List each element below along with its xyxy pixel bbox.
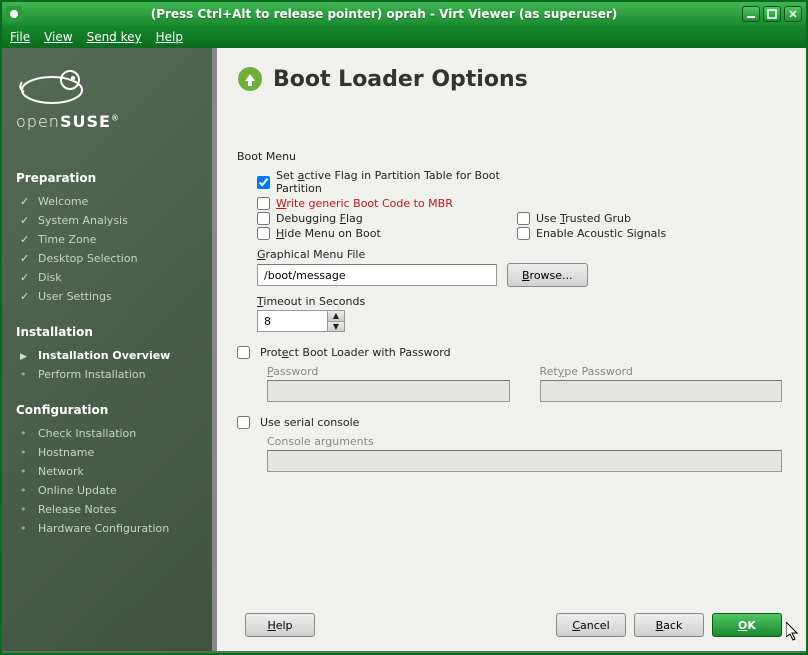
check-icon: [20, 195, 30, 208]
sidebar-item-label: Network: [38, 465, 84, 478]
retype-label: Retype Password: [540, 365, 783, 378]
menubar: File View Send key Help: [2, 26, 806, 48]
close-button[interactable]: [784, 6, 802, 22]
sidebar-resize-handle[interactable]: [213, 388, 215, 406]
main-panel: Boot Loader Options Boot Menu Set active…: [217, 48, 806, 651]
sidebar-item-label: System Analysis: [38, 214, 128, 227]
ok-button[interactable]: OK: [712, 613, 782, 637]
timeout-spinner[interactable]: ▲▼: [257, 310, 345, 332]
logo: openSUSE®: [16, 62, 207, 131]
sidebar-item-desktop-selection[interactable]: Desktop Selection: [16, 252, 207, 265]
chk-hide-menu[interactable]: Hide Menu on Boot: [257, 227, 517, 240]
boot-menu-label: Boot Menu: [237, 150, 782, 163]
help-button[interactable]: Help: [245, 613, 315, 637]
check-icon: [20, 290, 30, 303]
sidebar-item-network[interactable]: Network: [16, 465, 207, 478]
chk-write-mbr[interactable]: Write generic Boot Code to MBR: [257, 197, 517, 210]
back-button[interactable]: Back: [634, 613, 704, 637]
sidebar-section-head: Preparation: [16, 171, 207, 185]
spin-down[interactable]: ▼: [328, 322, 344, 332]
check-icon: [20, 252, 30, 265]
sidebar-item-online-update[interactable]: Online Update: [16, 484, 207, 497]
sidebar-item-label: Desktop Selection: [38, 252, 138, 265]
cancel-button[interactable]: Cancel: [556, 613, 626, 637]
sidebar-item-disk[interactable]: Disk: [16, 271, 207, 284]
console-args-input: [267, 450, 782, 472]
suse-chameleon-icon: [16, 62, 88, 106]
sidebar-item-label: Disk: [38, 271, 62, 284]
chk-trusted-grub[interactable]: Use Trusted Grub: [517, 212, 782, 225]
password-label: Password: [267, 365, 510, 378]
spin-up[interactable]: ▲: [328, 311, 344, 322]
check-icon: [20, 271, 30, 284]
sidebar-item-check-installation[interactable]: Check Installation: [16, 427, 207, 440]
bullet-icon: [20, 446, 30, 459]
sidebar-item-time-zone[interactable]: Time Zone: [16, 233, 207, 246]
sidebar-item-label: Hostname: [38, 446, 94, 459]
bullet-icon: [20, 522, 30, 535]
menu-sendkey[interactable]: Send key: [87, 30, 142, 44]
maximize-button[interactable]: [763, 6, 781, 22]
minimize-button[interactable]: [742, 6, 760, 22]
titlebar[interactable]: (Press Ctrl+Alt to release pointer) opra…: [2, 2, 806, 26]
gmf-label: Graphical Menu File: [257, 248, 782, 261]
browse-button[interactable]: Browse...: [507, 263, 588, 287]
logo-text-open: open: [16, 112, 60, 131]
gmf-input[interactable]: [257, 264, 497, 286]
sidebar-item-installation-overview[interactable]: Installation Overview: [16, 349, 207, 362]
sidebar-item-welcome[interactable]: Welcome: [16, 195, 207, 208]
arrow-right-icon: [20, 349, 30, 362]
sidebar-item-label: Installation Overview: [38, 349, 170, 362]
chk-acoustic[interactable]: Enable Acoustic Signals: [517, 227, 782, 240]
bullet-icon: [20, 465, 30, 478]
check-icon: [20, 214, 30, 227]
sidebar-item-label: Time Zone: [38, 233, 96, 246]
sidebar-item-label: Release Notes: [38, 503, 116, 516]
sidebar-section-head: Configuration: [16, 403, 207, 417]
logo-text-suse: SUSE: [60, 112, 111, 131]
sidebar-item-hostname[interactable]: Hostname: [16, 446, 207, 459]
footer: Help Cancel Back OK: [237, 613, 782, 637]
sidebar-item-release-notes[interactable]: Release Notes: [16, 503, 207, 516]
menu-view[interactable]: View: [44, 30, 72, 44]
menu-file[interactable]: File: [10, 30, 30, 44]
sidebar-item-label: Online Update: [38, 484, 117, 497]
chk-debug-flag[interactable]: Debugging Flag: [257, 212, 517, 225]
sidebar-item-label: User Settings: [38, 290, 112, 303]
timeout-input[interactable]: [257, 310, 327, 332]
bullet-icon: [20, 368, 30, 381]
timeout-label: Timeout in Seconds: [257, 295, 782, 308]
sidebar-item-hardware-configuration[interactable]: Hardware Configuration: [16, 522, 207, 535]
check-icon: [20, 233, 30, 246]
sidebar-item-system-analysis[interactable]: System Analysis: [16, 214, 207, 227]
app-icon: [6, 6, 22, 22]
bullet-icon: [20, 484, 30, 497]
sidebar: openSUSE® Preparation Welcome System Analy…: [2, 48, 217, 651]
chk-protect-password[interactable]: Protect Boot Loader with Password: [237, 346, 782, 359]
sidebar-item-label: Welcome: [38, 195, 88, 208]
password-input: [267, 380, 510, 402]
sidebar-item-user-settings[interactable]: User Settings: [16, 290, 207, 303]
sidebar-section-head: Installation: [16, 325, 207, 339]
bullet-icon: [20, 427, 30, 440]
console-args-label: Console arguments: [267, 435, 782, 448]
bootloader-icon: [237, 66, 263, 92]
sidebar-item-label: Perform Installation: [38, 368, 146, 381]
sidebar-item-label: Hardware Configuration: [38, 522, 169, 535]
menu-help[interactable]: Help: [156, 30, 183, 44]
sidebar-item-perform-installation[interactable]: Perform Installation: [16, 368, 207, 381]
sidebar-item-label: Check Installation: [38, 427, 136, 440]
chk-active-flag[interactable]: Set active Flag in Partition Table for B…: [257, 169, 517, 195]
page-title: Boot Loader Options: [273, 67, 528, 92]
window-title: (Press Ctrl+Alt to release pointer) opra…: [26, 7, 742, 21]
chk-serial-console[interactable]: Use serial console: [237, 416, 782, 429]
bullet-icon: [20, 503, 30, 516]
retype-password-input: [540, 380, 783, 402]
